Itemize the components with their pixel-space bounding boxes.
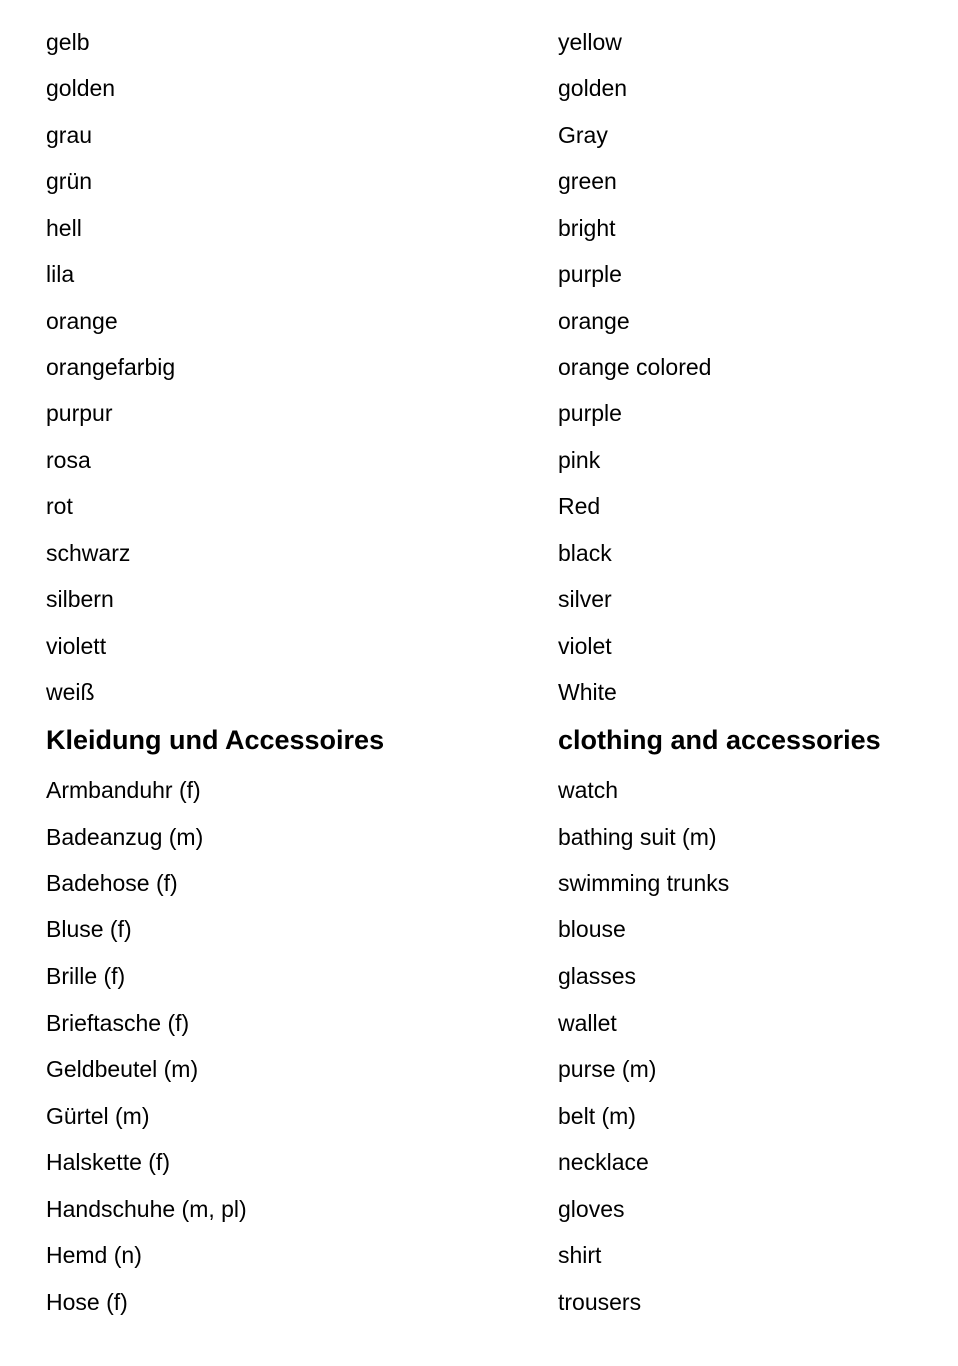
vocab-row: purpur purple [0, 399, 958, 445]
german-term: Badeanzug (m) [46, 824, 204, 850]
english-term: pink [558, 447, 601, 473]
vocab-row: Hose (f) trousers [0, 1288, 958, 1334]
german-term: Armbanduhr (f) [46, 777, 201, 803]
vocab-row: hell bright [0, 214, 958, 260]
vocab-row: schwarz black [0, 539, 958, 585]
vocab-row: orangefarbig orange colored [0, 353, 958, 399]
vocab-row: Armbanduhr (f) watch [0, 776, 958, 822]
vocab-row: Bluse (f) blouse [0, 915, 958, 961]
english-heading: clothing and accessories [558, 725, 881, 755]
german-term: Hose (f) [46, 1289, 128, 1315]
german-term: Hemd (n) [46, 1242, 142, 1268]
vocab-row: orange orange [0, 307, 958, 353]
german-term: Halskette (f) [46, 1149, 170, 1175]
vocab-row: grün green [0, 167, 958, 213]
english-term: golden [558, 75, 628, 101]
vocab-row: violett violet [0, 632, 958, 678]
english-term: watch [558, 777, 619, 803]
english-term: yellow [558, 29, 622, 55]
vocab-row: Gürtel (m) belt (m) [0, 1102, 958, 1148]
vocab-row: Halskette (f) necklace [0, 1148, 958, 1194]
german-term: orangefarbig [46, 354, 176, 380]
english-term: belt (m) [558, 1103, 636, 1129]
vocab-row: silbern silver [0, 585, 958, 631]
vocab-row: rosa pink [0, 446, 958, 492]
german-term: orange [46, 308, 118, 334]
english-term: purple [558, 400, 622, 426]
german-term: rosa [46, 447, 91, 473]
english-term: Red [558, 493, 601, 519]
english-term: wallet [558, 1010, 617, 1036]
german-term: golden [46, 75, 116, 101]
german-term: gelb [46, 29, 90, 55]
english-term: bright [558, 215, 616, 241]
english-term: silver [558, 586, 612, 612]
vocab-row: weiß White [0, 678, 958, 724]
english-term: purple [558, 261, 622, 287]
english-term: swimming trunks [558, 870, 730, 896]
english-term: glasses [558, 963, 636, 989]
vocab-row: golden golden [0, 74, 958, 120]
german-term: Gürtel (m) [46, 1103, 150, 1129]
german-term: hell [46, 215, 82, 241]
german-term: grau [46, 122, 93, 148]
german-term: purpur [46, 400, 113, 426]
german-heading: Kleidung und Accessoires [46, 725, 385, 755]
german-term: silbern [46, 586, 114, 612]
english-term: green [558, 168, 617, 194]
vocab-row: rot Red [0, 492, 958, 538]
german-term: rot [46, 493, 73, 519]
english-term: orange [558, 308, 630, 334]
english-term: black [558, 540, 612, 566]
english-term: purse (m) [558, 1056, 657, 1082]
english-term: violet [558, 633, 612, 659]
english-term: White [558, 679, 617, 705]
vocab-row: lila purple [0, 260, 958, 306]
german-term: Handschuhe (m, pl) [46, 1196, 247, 1222]
german-term: weiß [46, 679, 95, 705]
german-term: lila [46, 261, 75, 287]
vocabulary-page: gelb yellow golden golden grau Gray grün… [0, 0, 958, 1366]
section-heading: Kleidung und Accessoires clothing and ac… [0, 724, 958, 770]
german-term: violett [46, 633, 107, 659]
vocab-row: grau Gray [0, 121, 958, 167]
vocab-row: Brille (f) glasses [0, 962, 958, 1008]
german-term: grün [46, 168, 93, 194]
english-term: orange colored [558, 354, 712, 380]
vocab-row: Badehose (f) swimming trunks [0, 869, 958, 915]
german-term: Brieftasche (f) [46, 1010, 190, 1036]
vocab-row: Geldbeutel (m) purse (m) [0, 1055, 958, 1101]
english-term: gloves [558, 1196, 625, 1222]
vocab-row: gelb yellow [0, 28, 958, 74]
german-term: Brille (f) [46, 963, 126, 989]
german-term: Badehose (f) [46, 870, 178, 896]
vocab-row: Badeanzug (m) bathing suit (m) [0, 823, 958, 869]
german-term: Geldbeutel (m) [46, 1056, 199, 1082]
english-term: shirt [558, 1242, 602, 1268]
vocab-row: Brieftasche (f) wallet [0, 1009, 958, 1055]
english-term: trousers [558, 1289, 642, 1315]
vocab-row: Handschuhe (m, pl) gloves [0, 1195, 958, 1241]
german-term: Bluse (f) [46, 916, 132, 942]
english-term: necklace [558, 1149, 649, 1175]
english-term: Gray [558, 122, 608, 148]
english-term: bathing suit (m) [558, 824, 717, 850]
vocab-row: Hemd (n) shirt [0, 1241, 958, 1287]
english-term: blouse [558, 916, 626, 942]
german-term: schwarz [46, 540, 131, 566]
